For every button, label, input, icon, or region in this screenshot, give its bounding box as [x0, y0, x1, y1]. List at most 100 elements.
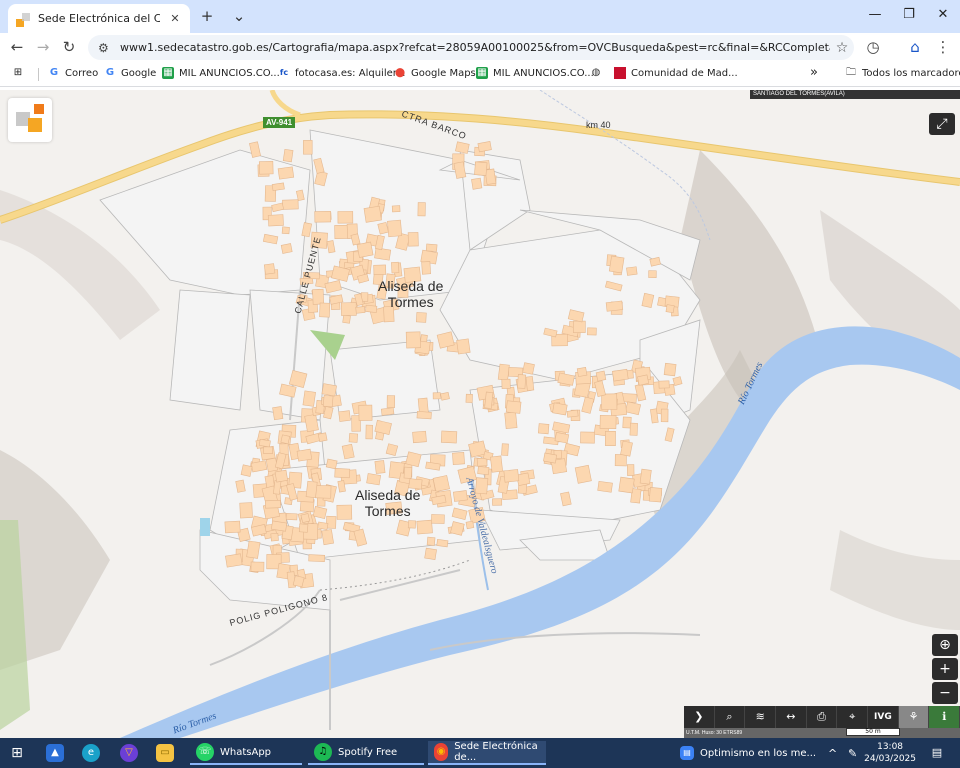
- bookmark-milanuncios-2[interactable]: ▦ MIL ANUNCIOS.CO...: [476, 67, 594, 79]
- window-close-button[interactable]: ✕: [926, 0, 960, 30]
- bookmark-correo[interactable]: G Correo: [48, 67, 98, 79]
- building: [321, 383, 337, 397]
- building: [403, 466, 413, 479]
- google-g-icon: G: [49, 67, 59, 78]
- building: [405, 331, 421, 349]
- building: [525, 376, 535, 391]
- building: [280, 434, 291, 445]
- building: [604, 431, 616, 446]
- taskbar-file-explorer[interactable]: ▭: [156, 741, 174, 765]
- taskbar-whatsapp[interactable]: ☏ WhatsApp: [190, 741, 302, 765]
- history-icon[interactable]: ◷: [862, 36, 884, 58]
- bookmark-star-icon[interactable]: ☆: [830, 40, 854, 56]
- label-km40: km 40: [586, 120, 611, 130]
- building: [239, 502, 253, 519]
- toolbar-ivg-button[interactable]: IVG: [868, 706, 899, 728]
- back-arrow-icon[interactable]: ←: [6, 36, 28, 58]
- building: [304, 413, 319, 433]
- building: [440, 430, 458, 444]
- bookmark-google[interactable]: G Google: [104, 67, 156, 79]
- window-restore-button[interactable]: ❐: [892, 0, 926, 30]
- notification-center-button[interactable]: ▤: [928, 741, 946, 765]
- toolbar-coordinates-icon[interactable]: ⌖: [837, 706, 869, 728]
- taskbar-clock[interactable]: 13:08 24/03/2025: [864, 741, 916, 765]
- building: [355, 306, 366, 314]
- pen-icon[interactable]: ✎: [848, 741, 857, 765]
- building: [225, 553, 243, 568]
- zoom-out-button[interactable]: −: [932, 682, 958, 704]
- bookmark-globe[interactable]: ◍: [590, 67, 607, 79]
- reload-icon[interactable]: ↻: [58, 36, 80, 58]
- taskbar-chrome[interactable]: ◉ Sede Electrónica de...: [428, 741, 546, 765]
- bookmark-comunidad-madrid[interactable]: ▬ Comunidad de Mad...: [614, 67, 738, 79]
- tab-list-icon[interactable]: ⌄: [228, 6, 250, 26]
- browser-tab-catastro[interactable]: Sede Electrónica del Catastro - ✕: [8, 4, 190, 33]
- building: [298, 523, 309, 533]
- apps-grid-icon[interactable]: ⊞: [12, 67, 24, 79]
- toolbar-basemap-icon[interactable]: ⚘: [898, 706, 930, 728]
- bookmark-google-maps[interactable]: ⬤ Google Maps: [394, 67, 476, 79]
- building: [305, 480, 318, 498]
- pool: [200, 518, 210, 536]
- building: [277, 166, 295, 180]
- menu-kebab-icon[interactable]: ⋮: [932, 36, 954, 58]
- taskbar-app-1[interactable]: ▲: [46, 741, 64, 765]
- bookmark-milanuncios-1[interactable]: ▦ MIL ANUNCIOS.CO...: [162, 67, 280, 79]
- building: [250, 561, 265, 572]
- tab-close-icon[interactable]: ✕: [168, 12, 182, 25]
- taskbar-edge[interactable]: e: [82, 741, 100, 765]
- cadastral-map[interactable]: SANTIAGO DEL TORMES(AVILA) AV-941 CTRA B…: [0, 90, 960, 738]
- toolbar-layers-icon[interactable]: ≋: [745, 706, 777, 728]
- toolbar-measure-icon[interactable]: ↔: [776, 706, 807, 728]
- bookmark-fotocasa[interactable]: fc fotocasa.es: Alquiler...: [278, 67, 406, 79]
- toolbar-expand-icon[interactable]: ❯: [684, 706, 715, 728]
- building: [340, 302, 357, 316]
- locate-button[interactable]: ⊕: [932, 634, 958, 656]
- building: [503, 469, 520, 483]
- app-triangle-icon: ▲: [46, 744, 64, 762]
- address-bar[interactable]: ⚙ www1.sedecatastro.gob.es/Cartografia/m…: [88, 35, 854, 60]
- building: [601, 393, 618, 410]
- building: [660, 408, 669, 423]
- building: [576, 366, 588, 377]
- fotocasa-icon: fc: [279, 68, 289, 77]
- toolbar-info-icon[interactable]: ℹ: [929, 706, 960, 728]
- building: [374, 247, 392, 261]
- building: [391, 205, 401, 213]
- building: [258, 161, 274, 175]
- all-bookmarks-folder[interactable]: 🗀 Todos los marcadores: [845, 67, 960, 79]
- building: [626, 266, 638, 276]
- label-town-south: Aliseda de Tormes: [355, 487, 421, 519]
- forward-arrow-icon[interactable]: →: [32, 36, 54, 58]
- bookmarks-overflow-button[interactable]: »: [810, 65, 818, 80]
- fullscreen-button[interactable]: ⤢: [929, 113, 955, 135]
- building: [595, 370, 607, 382]
- home-icon[interactable]: ⌂: [904, 36, 926, 58]
- building: [271, 182, 285, 192]
- new-tab-button[interactable]: +: [196, 6, 218, 26]
- building: [338, 410, 351, 422]
- tray-overflow-chevron-icon[interactable]: ^: [828, 741, 837, 765]
- news-widget[interactable]: ▤ Optimismo en los me...: [680, 741, 816, 765]
- window-minimize-button[interactable]: —: [858, 0, 892, 30]
- taskbar-spotify[interactable]: ♫ Spotify Free: [308, 741, 424, 765]
- building: [425, 243, 438, 252]
- building: [365, 424, 373, 440]
- building: [417, 202, 426, 217]
- map-canvas[interactable]: [0, 90, 960, 738]
- building: [246, 540, 261, 559]
- site-info-icon[interactable]: ⚙: [98, 41, 114, 55]
- building: [626, 464, 635, 476]
- start-button[interactable]: ⊞: [8, 741, 26, 765]
- building: [321, 529, 334, 546]
- taskbar-app-3[interactable]: ▽: [120, 741, 138, 765]
- building: [456, 338, 471, 355]
- address-url[interactable]: www1.sedecatastro.gob.es/Cartografia/map…: [120, 41, 830, 54]
- zoom-in-button[interactable]: +: [932, 658, 958, 680]
- building: [658, 380, 670, 389]
- toolbar-search-icon[interactable]: ⌕: [715, 706, 746, 728]
- building: [572, 320, 586, 333]
- building: [497, 363, 510, 381]
- toolbar-print-icon[interactable]: ⎙: [807, 706, 838, 728]
- building: [300, 513, 311, 524]
